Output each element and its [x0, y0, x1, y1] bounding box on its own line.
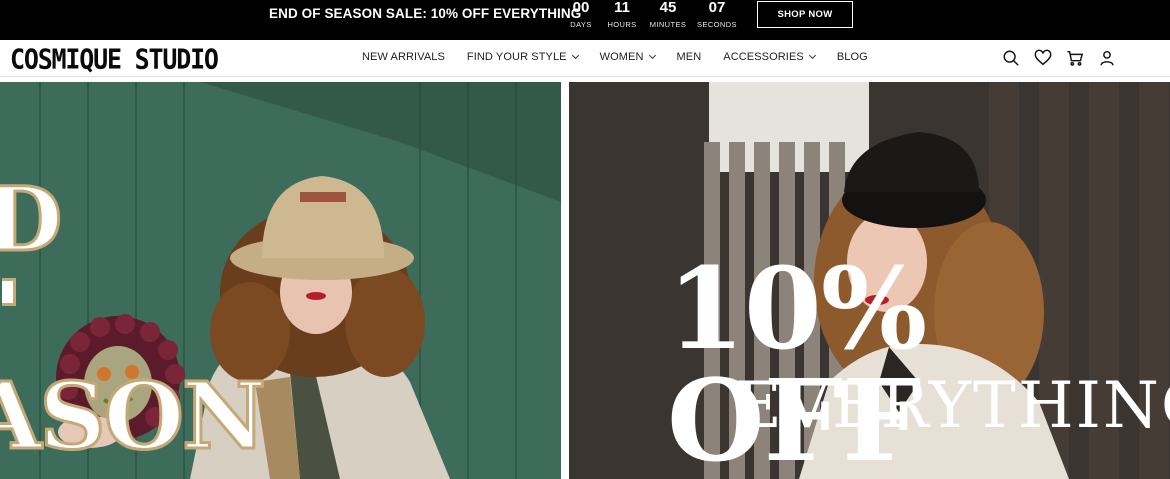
countdown-seconds-label: SECONDS: [697, 20, 737, 29]
hero-left-headline-bottom: ASON: [0, 362, 268, 470]
hero-left-headline-top: D: [0, 167, 64, 271]
site-header: COSMIQUE STUDIO NEW ARRIVALS FIND YOUR S…: [0, 40, 1170, 77]
heart-icon[interactable]: [1032, 47, 1054, 69]
countdown-days-label: DAYS: [570, 20, 592, 29]
nav-label: NEW ARRIVALS: [362, 51, 445, 63]
chevron-down-icon: [808, 51, 816, 60]
countdown-seconds-value: 07: [708, 0, 726, 16]
nav-label: MEN: [676, 51, 702, 63]
logo[interactable]: COSMIQUE STUDIO: [10, 43, 219, 75]
countdown-minutes-label: MINUTES: [649, 20, 687, 29]
countdown-days: 00 DAYS: [559, 0, 603, 40]
nav-label: WOMEN: [599, 51, 644, 63]
nav-label: FIND YOUR STYLE: [466, 51, 567, 63]
sale-announcement: END OF SEASON SALE: 10% OFF EVERYTHING: [269, 6, 582, 21]
cart-icon[interactable]: [1064, 47, 1086, 69]
announcement-bar: END OF SEASON SALE: 10% OFF EVERYTHING 0…: [0, 0, 1170, 40]
countdown-hours-value: 11: [614, 0, 630, 16]
countdown-hours-label: HOURS: [607, 20, 637, 29]
countdown-minutes: 45 MINUTES: [641, 0, 695, 40]
countdown-timer: 00 DAYS 11 HOURS 45 MINUTES 07 SECONDS: [559, 0, 739, 40]
chevron-down-icon: [648, 51, 656, 60]
nav-label: ACCESSORIES: [723, 51, 804, 63]
main-nav: NEW ARRIVALS FIND YOUR STYLE WOMEN MEN A…: [362, 40, 890, 74]
chevron-down-icon: [571, 51, 579, 60]
hero-banner-right[interactable]: 10% OFF EVERYTHING: [569, 82, 1170, 479]
hero-banner-left[interactable]: D ASON: [0, 82, 561, 479]
nav-label: BLOG: [836, 51, 868, 63]
shop-now-button[interactable]: SHOP NOW: [757, 1, 853, 28]
countdown-days-value: 00: [572, 0, 590, 16]
nav-item-women[interactable]: WOMEN: [599, 51, 656, 63]
nav-item-blog[interactable]: BLOG: [837, 51, 868, 63]
countdown-seconds: 07 SECONDS: [695, 0, 739, 40]
nav-item-men[interactable]: MEN: [677, 51, 702, 63]
account-icon[interactable]: [1096, 47, 1118, 69]
hero-left-letter-fragment: [2, 278, 16, 306]
search-icon[interactable]: [1000, 47, 1022, 69]
hero-right-headline-top: 10% OFF: [667, 244, 927, 479]
countdown-minutes-value: 45: [659, 0, 677, 16]
nav-item-accessories[interactable]: ACCESSORIES: [723, 51, 816, 63]
nav-item-new-arrivals[interactable]: NEW ARRIVALS: [362, 51, 445, 63]
hero-right-headline-bottom: EVERYTHING: [735, 369, 1170, 443]
nav-item-find-your-style[interactable]: FIND YOUR STYLE: [466, 51, 579, 63]
header-icons: [1000, 47, 1128, 69]
countdown-hours: 11 HOURS: [603, 0, 641, 40]
